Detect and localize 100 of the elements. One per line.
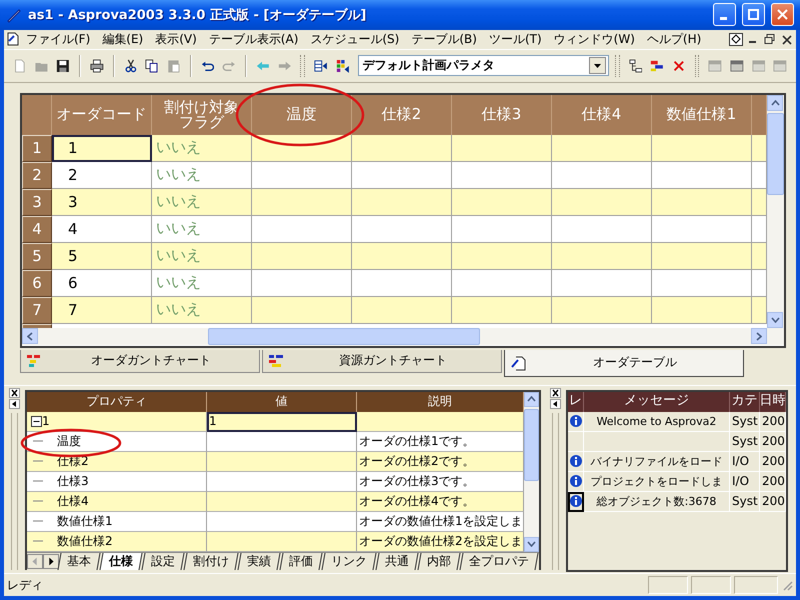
table-cell[interactable]: [752, 296, 767, 324]
view-tab[interactable]: 資源ガントチャート: [262, 350, 502, 373]
value-field[interactable]: [207, 492, 357, 512]
row-header[interactable]: 5: [22, 242, 52, 270]
menu-item[interactable]: テーブル表示(A): [202, 30, 304, 48]
menu-item[interactable]: ヘルプ(H): [640, 30, 708, 48]
row-header[interactable]: 2: [22, 162, 52, 189]
close-button[interactable]: [771, 3, 794, 26]
column-header[interactable]: オーダコード: [56, 107, 146, 122]
column-header[interactable]: 仕様4: [582, 107, 622, 122]
table-cell[interactable]: [452, 162, 552, 189]
table-cell[interactable]: [752, 134, 767, 162]
table-cell[interactable]: 1: [52, 134, 152, 162]
row-header[interactable]: 6: [22, 270, 52, 297]
column-header[interactable]: レ: [568, 392, 584, 412]
table-cell[interactable]: [752, 216, 767, 243]
close-icon[interactable]: [550, 388, 560, 398]
vertical-scrollbar[interactable]: [767, 94, 784, 328]
row-header[interactable]: 3: [22, 188, 52, 216]
restore-diamond-icon[interactable]: [729, 32, 743, 46]
column-header[interactable]: 温度: [286, 107, 316, 122]
table-cell[interactable]: [252, 296, 352, 324]
column-header[interactable]: メッセージ: [584, 392, 730, 412]
row-header[interactable]: 7: [22, 296, 52, 324]
table-cell[interactable]: [652, 162, 752, 189]
minimize-button[interactable]: [713, 3, 736, 26]
level-cell[interactable]: [568, 432, 584, 452]
value-field[interactable]: [207, 432, 357, 452]
property-tab[interactable]: 基本: [58, 552, 100, 570]
table-cell[interactable]: [452, 188, 552, 216]
table-cell[interactable]: [652, 242, 752, 270]
table-cell[interactable]: [252, 242, 352, 270]
table-cell[interactable]: [552, 216, 652, 243]
menu-item[interactable]: スケジュール(S): [304, 30, 406, 48]
close-icon[interactable]: [8, 388, 20, 398]
value-field[interactable]: [207, 532, 357, 552]
level-cell[interactable]: [568, 472, 584, 492]
table-cell[interactable]: [752, 270, 767, 297]
level-cell[interactable]: [568, 452, 584, 472]
value-field[interactable]: [207, 472, 357, 492]
view-tab[interactable]: オーダガントチャート: [20, 350, 260, 373]
column-header[interactable]: 仕様3: [482, 107, 522, 122]
table-cell[interactable]: [452, 296, 552, 324]
property-tab[interactable]: 全プロパテ: [460, 552, 538, 570]
restore-icon[interactable]: [763, 32, 777, 46]
value-field[interactable]: 1: [207, 412, 357, 432]
table-cell[interactable]: [652, 188, 752, 216]
table-cell[interactable]: [552, 162, 652, 189]
table-cell[interactable]: 4: [52, 216, 152, 243]
property-tab[interactable]: 設定: [142, 552, 184, 570]
table-cell[interactable]: [352, 242, 452, 270]
value-field[interactable]: [207, 512, 357, 532]
property-tab[interactable]: リンク: [322, 552, 376, 570]
table-cell[interactable]: [752, 242, 767, 270]
menu-item[interactable]: 表示(V): [149, 30, 203, 48]
table-cell[interactable]: [352, 270, 452, 297]
column-header[interactable]: カテ: [730, 392, 760, 412]
column-header[interactable]: フラグ: [179, 114, 224, 130]
table-cell[interactable]: [552, 134, 652, 162]
table-cell[interactable]: 5: [52, 242, 152, 270]
menu-item[interactable]: テーブル(B): [405, 30, 483, 48]
collapse-toggle-icon[interactable]: [31, 416, 42, 427]
property-tab[interactable]: 内部: [418, 552, 460, 570]
menu-item[interactable]: ウィンドウ(W): [548, 30, 641, 48]
parameter-dropdown[interactable]: デフォルト計画パラメタ: [358, 55, 609, 76]
table-cell[interactable]: [352, 134, 452, 162]
table-cell[interactable]: [552, 270, 652, 297]
table-cell[interactable]: [452, 242, 552, 270]
table-cell[interactable]: 3: [52, 188, 152, 216]
table-cell[interactable]: [352, 296, 452, 324]
property-tab[interactable]: 実績: [238, 552, 280, 570]
close-icon[interactable]: [780, 32, 794, 46]
tab-scroll-right-icon[interactable]: [43, 554, 59, 569]
property-tab[interactable]: 共通: [376, 552, 418, 570]
table-cell[interactable]: [452, 216, 552, 243]
column-header[interactable]: 仕様2: [382, 107, 422, 122]
table-cell[interactable]: [652, 270, 752, 297]
property-tab[interactable]: 仕様: [100, 552, 142, 570]
menu-item[interactable]: ツール(T): [482, 30, 548, 48]
horizontal-scrollbar[interactable]: [22, 328, 784, 345]
table-cell[interactable]: [552, 188, 652, 216]
view-tab[interactable]: オーダテーブル: [504, 350, 744, 377]
row-header[interactable]: 4: [22, 216, 52, 243]
property-tab[interactable]: 評価: [280, 552, 322, 570]
property-tab[interactable]: 割付け: [184, 552, 238, 570]
table-cell[interactable]: [652, 216, 752, 243]
column-header[interactable]: 数値仕様1: [666, 107, 736, 122]
maximize-button[interactable]: [742, 3, 765, 26]
row-header[interactable]: 1: [22, 134, 52, 162]
resize-grip-icon[interactable]: [781, 579, 793, 592]
table-cell[interactable]: 2: [52, 162, 152, 189]
table-cell[interactable]: 7: [52, 296, 152, 324]
vertical-scrollbar[interactable]: [524, 392, 539, 552]
column-header[interactable]: 割付け対象: [164, 100, 239, 115]
table-cell[interactable]: [452, 270, 552, 297]
table-cell[interactable]: [652, 134, 752, 162]
table-cell[interactable]: [352, 216, 452, 243]
document-icon[interactable]: [6, 32, 20, 46]
value-field[interactable]: [207, 452, 357, 472]
menu-item[interactable]: 編集(E): [96, 30, 150, 48]
